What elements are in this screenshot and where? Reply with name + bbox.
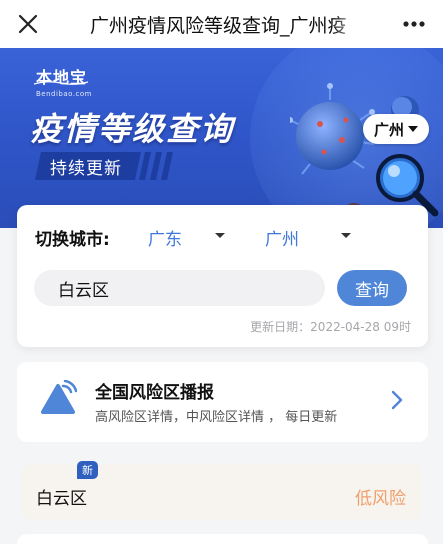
broadcast-icon [41,380,77,414]
city-selector[interactable]: 广州 [363,114,429,144]
district-result-row[interactable]: 新 白云区 低风险 [22,461,422,520]
next-card-edge [17,534,428,544]
province-select[interactable]: 广东 [148,225,182,250]
district-search-input[interactable] [34,270,325,306]
top-nav-bar: 广州疫情风险等级查询_广州疫 [0,0,443,48]
district-name: 白云区 [36,489,87,509]
logo-domain: Bendibao.com [36,90,93,98]
tag-stripes [139,152,175,184]
risk-broadcast-card[interactable]: 全国风险区播报 高风险区详情，中风险区详情 ， 每日更新 [17,362,428,442]
banner-tag: 持续更新 [50,159,122,179]
city-selector-label: 广州 [373,120,404,139]
province-caret-icon[interactable] [215,233,225,238]
broadcast-title: 全国风险区播报 [95,383,214,403]
hero-banner: 本地宝 Bendibao.com 疫情等级查询 持续更新 广州 [0,48,443,228]
banner-headline: 疫情等级查询 [30,110,235,148]
logo-wave [34,81,88,85]
new-badge: 新 [77,461,98,479]
city-select[interactable]: 广州 [265,225,299,250]
query-card: 切换城市: 广东 广州 查询 更新日期：2022-04-28 09时 [17,205,428,347]
caret-down-icon [408,126,418,132]
update-time: 更新日期：2022-04-28 09时 [250,320,411,334]
bendibao-logo: 本地宝 Bendibao.com [34,64,93,98]
page-title: 广州疫情风险等级查询_广州疫 [90,15,347,37]
broadcast-subtitle: 高风险区详情，中风险区详情 ， 每日更新 [95,410,338,425]
switch-city-label: 切换城市: [35,230,110,250]
query-button[interactable]: 查询 [337,270,407,306]
close-icon[interactable] [14,10,42,38]
risk-level: 低风险 [355,489,406,509]
more-icon[interactable] [398,10,430,38]
chevron-right-icon [391,390,403,410]
city-caret-icon[interactable] [341,233,351,238]
